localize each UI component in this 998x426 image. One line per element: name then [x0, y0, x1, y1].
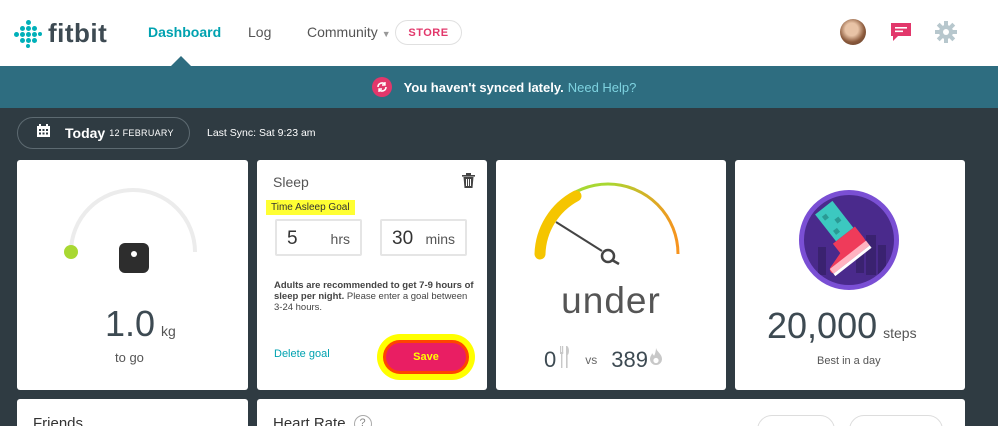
weight-tile[interactable]: 1.0 kg to go — [17, 160, 248, 390]
avatar[interactable] — [840, 19, 866, 45]
calorie-gauge — [534, 182, 680, 266]
heart-rate-title-row: Heart Rate? — [273, 415, 372, 426]
sync-banner: You haven't synced lately. Need Help? — [0, 66, 998, 108]
shoe-badge-icon — [799, 190, 899, 290]
calorie-status: under — [561, 280, 661, 321]
calories-eaten: 0 — [544, 346, 557, 372]
calendar-icon — [37, 124, 50, 142]
flame-icon — [649, 348, 663, 371]
sync-message: You haven't synced lately. — [403, 79, 564, 95]
weight-to-go: to go — [115, 350, 144, 365]
calories-burned: 389 — [611, 346, 648, 372]
hours-value: 5 — [287, 228, 298, 249]
heart-rate-toggle-1[interactable] — [757, 415, 835, 426]
friends-tile[interactable]: Friends — [17, 399, 248, 426]
heart-rate-tile[interactable]: Heart Rate? — [257, 399, 965, 426]
delete-goal-link[interactable]: Delete goal — [274, 348, 330, 360]
hours-input[interactable]: 5 hrs — [275, 219, 362, 256]
calories-tile[interactable]: under 0 vs 389 — [496, 160, 726, 390]
current-date: 12 FEBRUARY — [109, 128, 174, 138]
sleep-recommendation: Adults are recommended to get 7-9 hours … — [274, 280, 474, 313]
nav-dashboard[interactable]: Dashboard — [148, 24, 221, 40]
steps-tile[interactable]: 20,000 steps Best in a day — [735, 160, 965, 390]
need-help-link[interactable]: Need Help? — [568, 80, 637, 95]
steps-value-row: 20,000 steps — [767, 305, 917, 347]
last-sync-text: Last Sync: Sat 9:23 am — [207, 127, 316, 139]
vs-label: vs — [585, 352, 598, 367]
weight-unit: kg — [161, 323, 176, 339]
sync-alert-icon — [371, 77, 392, 97]
steps-unit: steps — [883, 325, 917, 341]
steps-best: Best in a day — [817, 355, 881, 367]
fitbit-logo-icon — [14, 19, 42, 48]
save-button[interactable]: Save — [383, 340, 469, 374]
steps-value: 20,000 — [767, 305, 878, 346]
date-selector[interactable]: Today 12 FEBRUARY — [17, 117, 190, 149]
fork-knife-icon — [559, 346, 571, 373]
scale-icon — [119, 243, 149, 278]
message-icon[interactable] — [890, 22, 912, 47]
trash-icon[interactable] — [462, 173, 475, 193]
heart-rate-toggle-2[interactable] — [849, 415, 943, 426]
sleep-title: Sleep — [273, 174, 309, 190]
calories-comparison: 0 vs 389 — [544, 346, 663, 373]
minutes-unit: mins — [425, 231, 455, 247]
top-nav: fitbit Dashboard Log Community ▼ STORE — [0, 0, 998, 66]
help-icon[interactable]: ? — [353, 415, 372, 426]
fitbit-logo[interactable]: fitbit — [14, 18, 107, 49]
chevron-down-icon: ▼ — [381, 29, 391, 39]
weight-value-row: 1.0 kg — [105, 303, 176, 345]
gear-icon[interactable] — [935, 21, 957, 48]
nav-community-label: Community — [307, 24, 378, 40]
today-label: Today — [65, 125, 106, 141]
sync-banner-content: You haven't synced lately. Need Help? — [371, 77, 637, 97]
friends-title: Friends — [33, 415, 84, 426]
store-button[interactable]: STORE — [395, 20, 462, 45]
fitbit-wordmark: fitbit — [48, 18, 108, 48]
nav-community[interactable]: Community ▼ — [307, 24, 391, 40]
minutes-value: 30 — [392, 228, 414, 249]
hours-unit: hrs — [330, 231, 350, 247]
weight-value: 1.0 — [105, 303, 156, 344]
minutes-input[interactable]: 30 mins — [380, 219, 467, 256]
time-asleep-goal-label: Time Asleep Goal — [266, 200, 355, 215]
sleep-tile: Sleep Time Asleep Goal 5 hrs 30 mins Adu… — [257, 160, 487, 390]
active-nav-pointer — [171, 56, 191, 66]
nav-log[interactable]: Log — [248, 24, 271, 40]
heart-rate-title: Heart Rate — [273, 415, 346, 426]
